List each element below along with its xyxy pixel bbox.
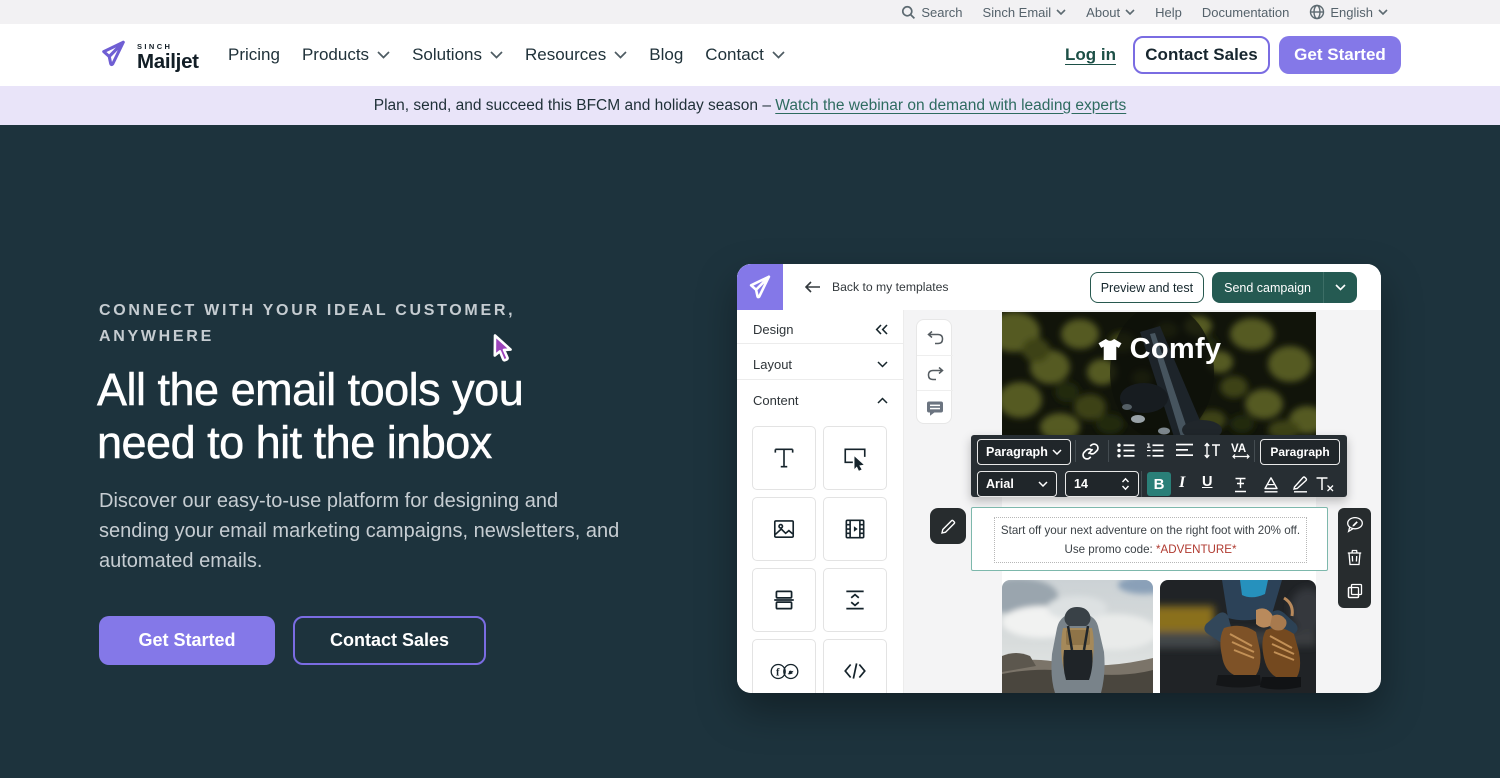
svg-text:f: f [776, 667, 780, 678]
svg-text:VA: VA [1231, 443, 1246, 455]
